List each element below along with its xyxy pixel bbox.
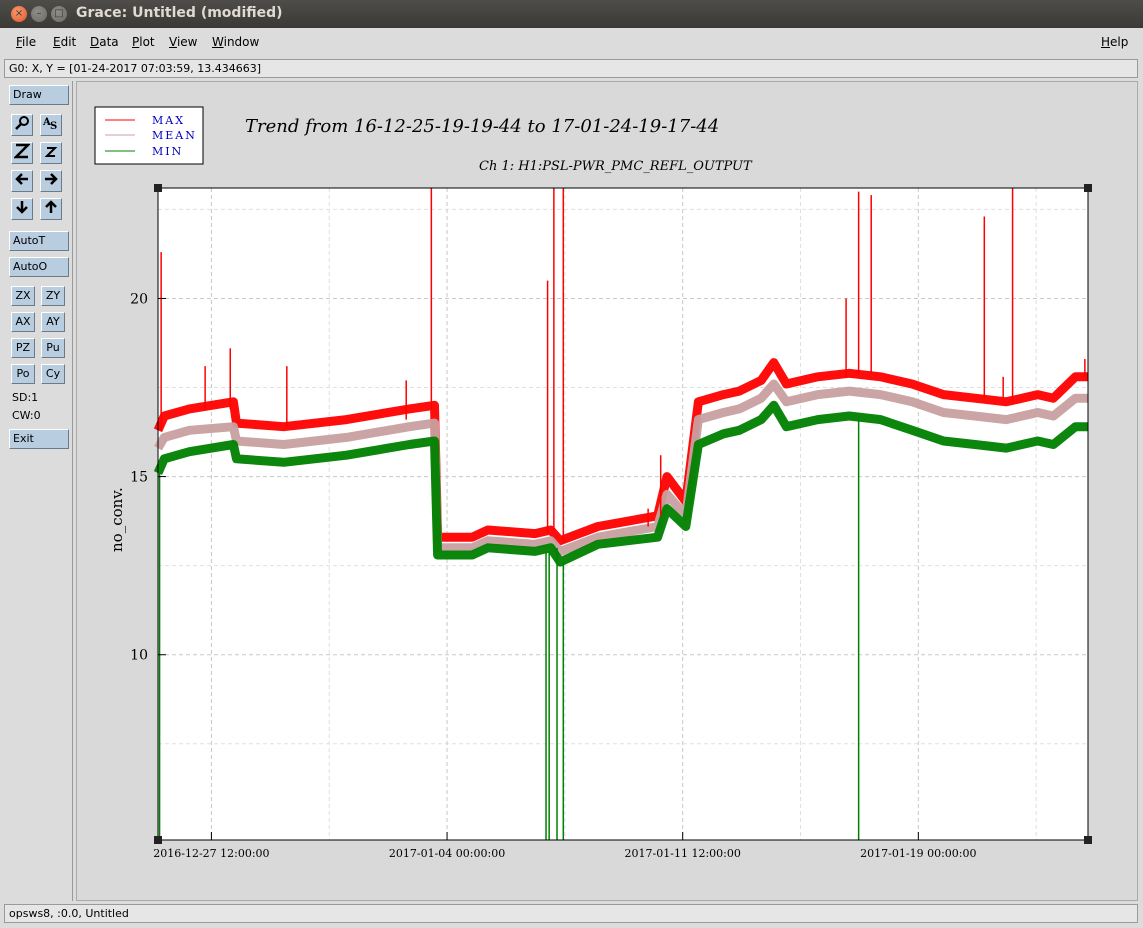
x-tick-label-1: 2017-01-04 00:00:00 [389,847,505,860]
zoom-in-z-icon[interactable] [11,142,33,164]
selection-handle-2 [154,836,162,844]
legend-label-max: MAX [152,114,185,127]
x-tick-label-0: 2016-12-27 12:00:00 [153,847,269,860]
selection-handle-0 [154,184,162,192]
chart-title: Trend from 16-12-25-19-19-44 to 17-01-24… [245,116,719,137]
y-axis-label: no_conv. [108,487,126,552]
x-tick-label-3: 2017-01-19 00:00:00 [860,847,976,860]
po-button[interactable]: Po [11,364,35,384]
pu-button[interactable]: Pu [41,338,65,358]
status-bar: opsws8, :0.0, Untitled [4,904,1138,923]
plot-area [158,188,1088,840]
pz-button[interactable]: PZ [11,338,35,358]
y-tick-label-10: 10 [130,648,148,664]
locator-readout: G0: X, Y = [01-24-2017 07:03:59, 13.4346… [4,59,1138,78]
autot-button[interactable]: AutoT [9,231,69,251]
menu-edit[interactable]: Edit [53,35,76,49]
arrow-left-icon[interactable] [11,170,33,192]
window-title: Grace: Untitled (modified) [76,5,283,21]
menu-window[interactable]: Window [212,35,259,49]
draw-button[interactable]: Draw [9,85,69,105]
ay-button[interactable]: AY [41,312,65,332]
menu-plot[interactable]: Plot [132,35,155,49]
text-icon[interactable]: AS [40,114,62,136]
set-depth-label: SD:1 [12,391,39,404]
plot-background [158,188,1088,840]
trend-chart[interactable]: MAX MEAN MIN Trend from 16-12-25-19-19-4… [77,82,1137,900]
close-icon[interactable]: × [11,6,27,22]
legend-label-mean: MEAN [152,129,197,142]
plot-canvas[interactable]: MAX MEAN MIN Trend from 16-12-25-19-19-4… [76,81,1138,901]
svg-text:S: S [50,121,57,131]
menu-view[interactable]: View [169,35,197,49]
arrow-down-icon[interactable] [11,198,33,220]
autoo-button[interactable]: AutoO [9,257,69,277]
y-tick-label-20: 20 [130,291,148,307]
zy-button[interactable]: ZY [41,286,65,306]
maximize-icon[interactable]: □ [51,6,67,22]
arrow-right-icon[interactable] [40,170,62,192]
ax-button[interactable]: AX [11,312,35,332]
zx-button[interactable]: ZX [11,286,35,306]
magnifier-icon[interactable] [11,114,33,136]
y-tick-label-15: 15 [130,470,148,486]
x-tick-label-2: 2017-01-11 12:00:00 [625,847,741,860]
legend-label-min: MIN [152,145,183,158]
current-world-label: CW:0 [12,409,41,422]
menu-file[interactable]: File [16,35,36,49]
arrow-up-icon[interactable] [40,198,62,220]
zoom-out-z-icon[interactable] [40,142,62,164]
menu-data[interactable]: Data [90,35,119,49]
selection-handle-3 [1084,836,1092,844]
menu-help[interactable]: Help [1101,35,1128,49]
menubar: File Edit Data Plot View Window Help [0,28,1143,56]
chart-subtitle: Ch 1: H1:PSL-PWR_PMC_REFL_OUTPUT [479,159,753,174]
minimize-icon[interactable]: – [31,6,47,22]
toolbar: Draw AS AutoT AutoO ZX ZY AX AY PZ Pu Po… [4,81,73,901]
cy-button[interactable]: Cy [41,364,65,384]
window-titlebar: × – □ Grace: Untitled (modified) [0,0,1143,28]
exit-button[interactable]: Exit [9,429,69,449]
selection-handle-1 [1084,184,1092,192]
